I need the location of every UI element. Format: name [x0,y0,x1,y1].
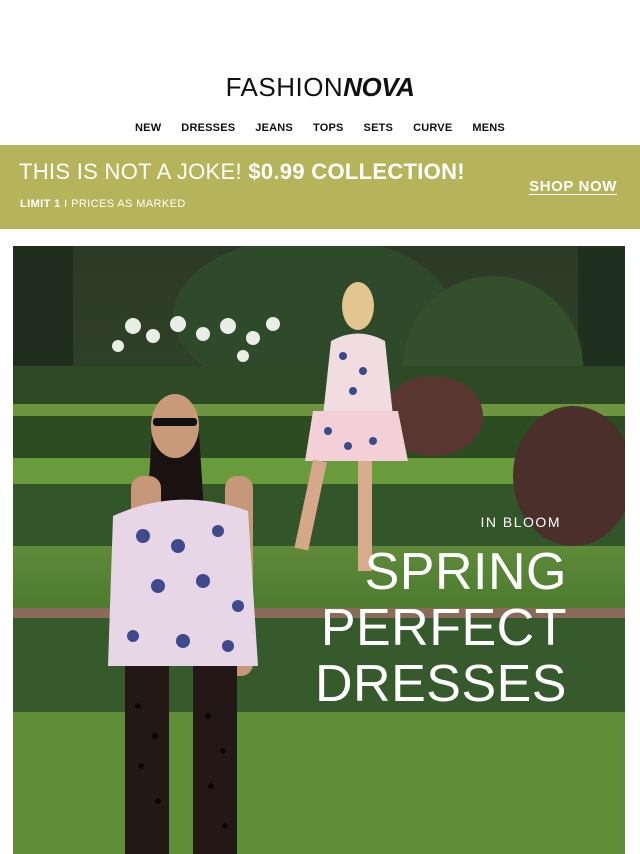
main-nav: NEW DRESSES JEANS TOPS SETS CURVE MENS [0,122,640,134]
promo-headline-light: THIS IS NOT A JOKE! [19,159,249,184]
hero-kicker: IN BLOOM [480,514,561,530]
logo-text-light: FASHION [225,72,344,102]
nav-link-curve[interactable]: CURVE [413,122,452,134]
promo-prices: PRICES AS MARKED [71,198,186,210]
promo-headline: THIS IS NOT A JOKE! $0.99 COLLECTION! [19,159,465,185]
promo-headline-strong: $0.99 COLLECTION! [248,159,465,184]
promo-separator: I [60,198,72,210]
brand-logo[interactable]: FASHIONNOVA [0,72,640,103]
hero-image[interactable]: IN BLOOM SPRING PERFECT DRESSES [13,246,625,854]
hero-title-line: SPRING [364,543,567,601]
promo-limit: LIMIT 1 [20,198,61,210]
nav-link-dresses[interactable]: DRESSES [181,122,235,134]
shop-now-link[interactable]: SHOP NOW [529,178,617,195]
nav-link-sets[interactable]: SETS [364,122,394,134]
promo-banner[interactable]: THIS IS NOT A JOKE! $0.99 COLLECTION! LI… [0,145,640,229]
nav-link-tops[interactable]: TOPS [313,122,344,134]
hero-title-line: DRESSES [314,655,567,713]
hero-title-line: PERFECT [320,599,567,657]
nav-link-new[interactable]: NEW [135,122,161,134]
hero-title: SPRING PERFECT DRESSES [315,544,567,712]
nav-link-jeans[interactable]: JEANS [255,122,293,134]
logo-text-bold: NOVA [343,72,415,102]
promo-subtext: LIMIT 1 I PRICES AS MARKED [20,198,186,210]
nav-link-mens[interactable]: MENS [472,122,505,134]
